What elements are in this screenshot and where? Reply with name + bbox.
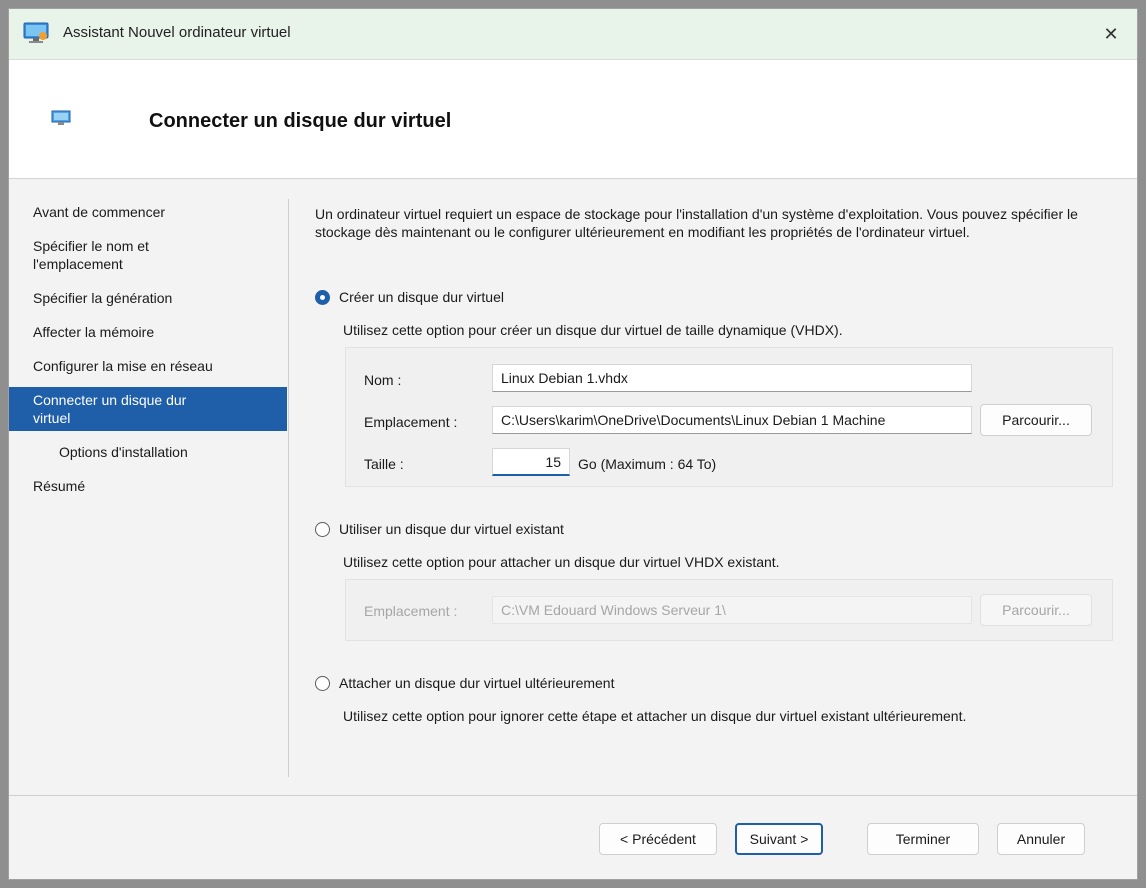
nav-item-name-location[interactable]: Spécifier le nom et l'emplacement <box>9 233 187 277</box>
previous-button[interactable]: < Précédent <box>599 823 717 855</box>
attach-later-description: Utilisez cette option pour ignorer cette… <box>343 708 967 724</box>
radio-attach-later-label: Attacher un disque dur virtuel ultérieur… <box>339 675 615 691</box>
radio-create-disk-label: Créer un disque dur virtuel <box>339 289 504 305</box>
page-header: Connecter un disque dur virtuel <box>9 60 1137 179</box>
size-label: Taille : <box>364 456 404 472</box>
intro-text: Un ordinateur virtuel requiert un espace… <box>315 206 1078 240</box>
title-bar: Assistant Nouvel ordinateur virtuel ✕ <box>9 9 1137 60</box>
location-label: Emplacement : <box>364 414 458 430</box>
nav-item-generation[interactable]: Spécifier la génération <box>9 285 287 311</box>
content-panel: Un ordinateur virtuel requiert un espace… <box>315 199 1115 724</box>
browse-button[interactable]: Parcourir... <box>980 404 1092 436</box>
radio-create-disk[interactable]: Créer un disque dur virtuel <box>315 289 504 305</box>
existing-disk-description: Utilisez cette option pour attacher un d… <box>343 554 780 570</box>
radio-existing-disk[interactable]: Utiliser un disque dur virtuel existant <box>315 521 564 537</box>
name-label: Nom : <box>364 372 402 388</box>
nav-item-installation-options[interactable]: Options d'installation <box>9 439 287 465</box>
cancel-button[interactable]: Annuler <box>997 823 1085 855</box>
page-title: Connecter un disque dur virtuel <box>149 110 452 132</box>
radio-checked-icon <box>315 289 330 305</box>
location-input[interactable]: C:\Users\karim\OneDrive\Documents\Linux … <box>492 406 972 434</box>
wizard-steps-nav: Avant de commencer Spécifier le nom et l… <box>9 199 287 507</box>
name-input[interactable]: Linux Debian 1.vhdx <box>492 364 972 392</box>
create-disk-group: Nom : Linux Debian 1.vhdx Emplacement : … <box>345 347 1113 487</box>
wizard-window: Assistant Nouvel ordinateur virtuel ✕ Co… <box>8 8 1138 880</box>
nav-item-memory[interactable]: Affecter la mémoire <box>9 319 287 345</box>
existing-location-input[interactable]: C:\VM Edouard Windows Serveur 1\ <box>492 596 972 624</box>
vertical-divider <box>288 199 289 777</box>
existing-disk-group: Emplacement : C:\VM Edouard Windows Serv… <box>345 579 1113 641</box>
existing-browse-button[interactable]: Parcourir... <box>980 594 1092 626</box>
next-button[interactable]: Suivant > <box>735 823 823 855</box>
size-unit-label: Go (Maximum : 64 To) <box>578 456 717 472</box>
close-button[interactable]: ✕ <box>1085 9 1137 59</box>
radio-unchecked-icon <box>315 521 330 537</box>
radio-unchecked-icon <box>315 675 330 691</box>
size-input[interactable]: 15 <box>492 448 570 476</box>
radio-existing-disk-label: Utiliser un disque dur virtuel existant <box>339 521 564 537</box>
radio-attach-later[interactable]: Attacher un disque dur virtuel ultérieur… <box>315 675 614 691</box>
close-icon: ✕ <box>1103 23 1119 44</box>
nav-item-virtual-hard-disk[interactable]: Connecter un disque dur virtuel <box>9 387 287 431</box>
hyperv-app-icon <box>23 22 49 49</box>
create-disk-description: Utilisez cette option pour créer un disq… <box>343 322 843 338</box>
footer-divider <box>9 795 1137 796</box>
nav-item-summary[interactable]: Résumé <box>9 473 287 499</box>
nav-item-networking[interactable]: Configurer la mise en réseau <box>9 353 287 379</box>
finish-button[interactable]: Terminer <box>867 823 979 855</box>
existing-location-label: Emplacement : <box>364 603 458 619</box>
window-title: Assistant Nouvel ordinateur virtuel <box>63 24 291 41</box>
monitor-icon <box>51 110 71 131</box>
nav-item-before-you-begin[interactable]: Avant de commencer <box>9 199 287 225</box>
